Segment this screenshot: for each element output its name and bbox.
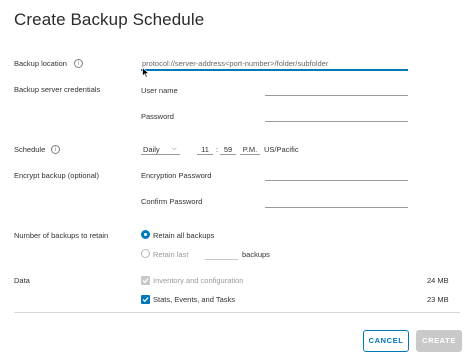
retain-last-label[interactable]: Retain last <box>153 250 188 259</box>
minute-input[interactable]: 59 <box>220 143 236 155</box>
chevron-down-icon: ⌵ <box>172 146 177 152</box>
retain-all-radio[interactable] <box>141 230 150 239</box>
ampm-value: P.M. <box>242 145 258 154</box>
hour-input[interactable]: 11 <box>197 143 213 155</box>
mouse-cursor-icon <box>142 67 150 78</box>
ampm-select[interactable]: P.M. <box>240 143 260 155</box>
create-button[interactable]: CREATE <box>416 330 462 352</box>
schedule-info-icon[interactable]: i <box>51 145 60 154</box>
stats-events-tasks-label[interactable]: Stats, Events, and Tasks <box>153 295 235 304</box>
schedule-frequency-select[interactable]: Daily ⌵ <box>141 143 180 155</box>
password-input[interactable] <box>265 110 408 122</box>
encryption-password-label: Encryption Password <box>141 171 212 180</box>
checkmark-icon <box>142 297 149 303</box>
number-of-backups-label: Number of backups to retain <box>14 231 109 240</box>
minute-value: 59 <box>223 145 233 154</box>
backup-location-info-icon[interactable]: i <box>74 59 83 68</box>
hour-value: 11 <box>201 145 209 154</box>
retain-last-suffix: backups <box>242 250 270 259</box>
inventory-size: 24 MB <box>427 276 449 285</box>
backup-location-input[interactable] <box>141 58 408 71</box>
password-label: Password <box>141 112 174 121</box>
user-name-input[interactable] <box>265 84 408 96</box>
backup-server-credentials-label: Backup server credentials <box>14 85 101 94</box>
schedule-label: Schedule <box>14 145 46 154</box>
time-separator: : <box>216 145 219 154</box>
retain-last-count-input[interactable] <box>205 248 238 260</box>
confirm-password-input[interactable] <box>265 196 408 208</box>
inventory-checkbox <box>141 276 150 285</box>
inventory-label: Inventory and configuration <box>153 276 244 285</box>
user-name-label: User name <box>141 86 178 95</box>
encrypt-backup-label: Encrypt backup (optional) <box>14 171 100 180</box>
retain-last-radio[interactable] <box>141 249 150 258</box>
timezone-label: US/Pacific <box>264 145 299 154</box>
cancel-button[interactable]: CANCEL <box>363 330 409 352</box>
frequency-value: Daily <box>143 145 160 154</box>
encryption-password-input[interactable] <box>265 169 408 181</box>
checkmark-icon <box>142 278 149 284</box>
footer-divider <box>14 312 460 313</box>
dialog-title: Create Backup Schedule <box>14 10 205 29</box>
stats-events-tasks-size: 23 MB <box>427 295 449 304</box>
confirm-password-label: Confirm Password <box>141 197 203 206</box>
data-label: Data <box>14 276 30 285</box>
backup-location-label: Backup location <box>14 59 67 68</box>
stats-events-tasks-checkbox[interactable] <box>141 295 150 304</box>
create-backup-schedule-dialog: Create Backup Schedule Backup location i… <box>0 0 474 363</box>
retain-all-label[interactable]: Retain all backups <box>153 231 214 240</box>
